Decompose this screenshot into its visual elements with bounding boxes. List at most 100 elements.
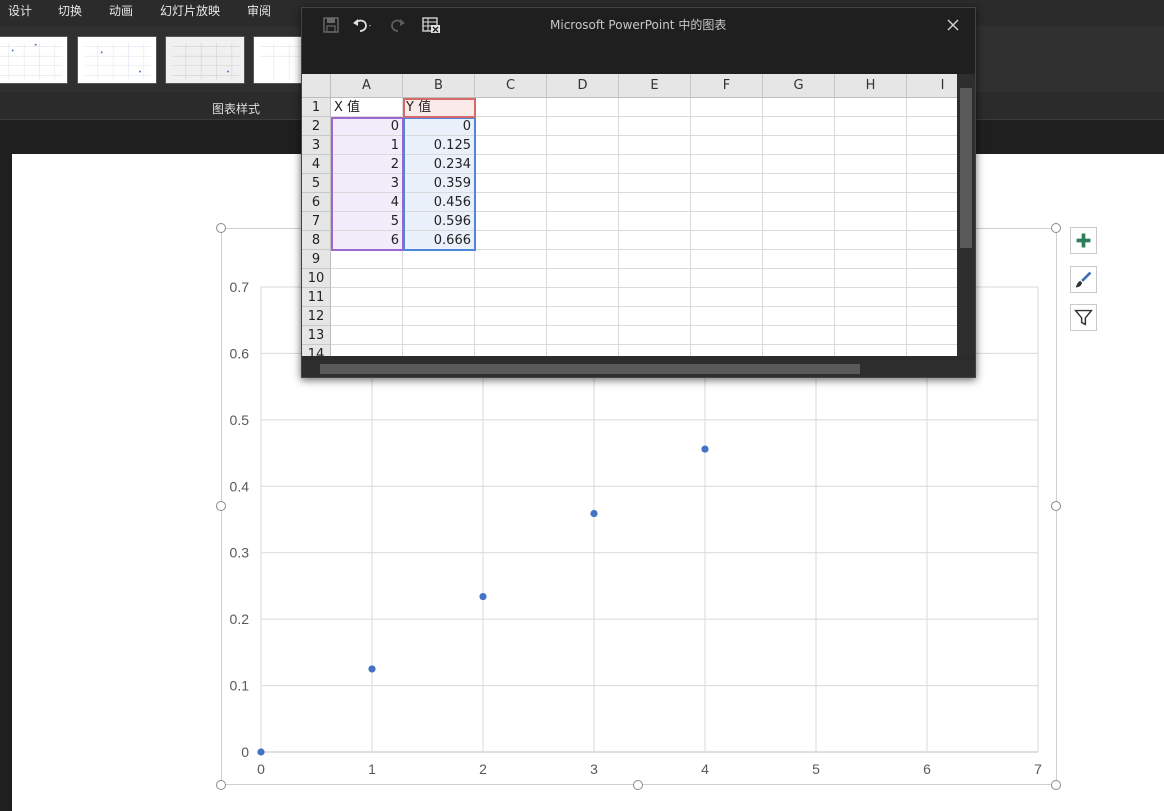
cell-h11[interactable] (835, 288, 907, 307)
chart-styles-button[interactable] (1070, 266, 1097, 293)
cell-h13[interactable] (835, 326, 907, 345)
cell-f5[interactable] (691, 174, 763, 193)
cell-f9[interactable] (691, 250, 763, 269)
cell-h14[interactable] (835, 345, 907, 356)
cell-i5[interactable] (907, 174, 957, 193)
cell-f14[interactable] (691, 345, 763, 356)
cell-c6[interactable] (475, 193, 547, 212)
cell-h7[interactable] (835, 212, 907, 231)
cell-g13[interactable] (763, 326, 835, 345)
cell-a14[interactable] (331, 345, 403, 356)
cell-c10[interactable] (475, 269, 547, 288)
cell-f11[interactable] (691, 288, 763, 307)
cell-c4[interactable] (475, 155, 547, 174)
cell-e8[interactable] (619, 231, 691, 250)
cell-i13[interactable] (907, 326, 957, 345)
cell-h12[interactable] (835, 307, 907, 326)
cell-i4[interactable] (907, 155, 957, 174)
column-header-g[interactable]: G (763, 74, 835, 98)
cell-f13[interactable] (691, 326, 763, 345)
cell-i8[interactable] (907, 231, 957, 250)
cell-f12[interactable] (691, 307, 763, 326)
cell-b4[interactable]: 0.234 (403, 155, 475, 174)
cell-i12[interactable] (907, 307, 957, 326)
cell-g10[interactable] (763, 269, 835, 288)
cell-h9[interactable] (835, 250, 907, 269)
row-header-1[interactable]: 1 (302, 98, 331, 117)
column-header-h[interactable]: H (835, 74, 907, 98)
cell-e11[interactable] (619, 288, 691, 307)
cell-d5[interactable] (547, 174, 619, 193)
close-button[interactable] (942, 14, 964, 36)
cell-c7[interactable] (475, 212, 547, 231)
cell-a10[interactable] (331, 269, 403, 288)
cell-c11[interactable] (475, 288, 547, 307)
cell-i6[interactable] (907, 193, 957, 212)
cell-i3[interactable] (907, 136, 957, 155)
resize-handle-top-right[interactable] (1051, 223, 1061, 233)
cell-d2[interactable] (547, 117, 619, 136)
cell-c5[interactable] (475, 174, 547, 193)
cell-d6[interactable] (547, 193, 619, 212)
cell-e4[interactable] (619, 155, 691, 174)
row-header-14[interactable]: 14 (302, 345, 331, 356)
column-header-b[interactable]: B (403, 74, 475, 98)
cell-d11[interactable] (547, 288, 619, 307)
undo-button[interactable] (350, 14, 372, 36)
cell-g12[interactable] (763, 307, 835, 326)
redo-button[interactable] (386, 14, 408, 36)
cell-c9[interactable] (475, 250, 547, 269)
cell-a9[interactable] (331, 250, 403, 269)
cell-f2[interactable] (691, 117, 763, 136)
cell-f1[interactable] (691, 98, 763, 117)
cell-a1[interactable]: X 值 (331, 98, 403, 117)
row-header-4[interactable]: 4 (302, 155, 331, 174)
cell-f4[interactable] (691, 155, 763, 174)
cell-h1[interactable] (835, 98, 907, 117)
cell-f10[interactable] (691, 269, 763, 288)
cell-e12[interactable] (619, 307, 691, 326)
cell-a2[interactable]: 0 (331, 117, 403, 136)
sheet-grid[interactable]: ABCDEFGHI1X 值Y 值 2 0 0 3 1 0.125 4 2 0.234 5 3 0.359… (302, 74, 957, 356)
cell-e9[interactable] (619, 250, 691, 269)
cell-b3[interactable]: 0.125 (403, 136, 475, 155)
cell-i1[interactable] (907, 98, 957, 117)
cell-e2[interactable] (619, 117, 691, 136)
cell-a4[interactable]: 2 (331, 155, 403, 174)
cell-b5[interactable]: 0.359 (403, 174, 475, 193)
cell-a8[interactable]: 6 (331, 231, 403, 250)
resize-handle-bottom-center[interactable] (633, 780, 643, 790)
resize-handle-middle-left[interactable] (216, 501, 226, 511)
cell-c3[interactable] (475, 136, 547, 155)
cell-g8[interactable] (763, 231, 835, 250)
cell-b7[interactable]: 0.596 (403, 212, 475, 231)
row-header-9[interactable]: 9 (302, 250, 331, 269)
resize-handle-bottom-left[interactable] (216, 780, 226, 790)
cell-b13[interactable] (403, 326, 475, 345)
cell-i14[interactable] (907, 345, 957, 356)
cell-d4[interactable] (547, 155, 619, 174)
cell-c13[interactable] (475, 326, 547, 345)
cell-f8[interactable] (691, 231, 763, 250)
column-header-i[interactable]: I (907, 74, 957, 98)
cell-e1[interactable] (619, 98, 691, 117)
cell-b11[interactable] (403, 288, 475, 307)
row-header-2[interactable]: 2 (302, 117, 331, 136)
row-header-10[interactable]: 10 (302, 269, 331, 288)
cell-h4[interactable] (835, 155, 907, 174)
cell-e5[interactable] (619, 174, 691, 193)
cell-f3[interactable] (691, 136, 763, 155)
cell-a13[interactable] (331, 326, 403, 345)
row-header-5[interactable]: 5 (302, 174, 331, 193)
cell-a6[interactable]: 4 (331, 193, 403, 212)
column-header-a[interactable]: A (331, 74, 403, 98)
row-header-12[interactable]: 12 (302, 307, 331, 326)
cell-d10[interactable] (547, 269, 619, 288)
cell-b12[interactable] (403, 307, 475, 326)
cell-g11[interactable] (763, 288, 835, 307)
row-header-6[interactable]: 6 (302, 193, 331, 212)
cell-g2[interactable] (763, 117, 835, 136)
cell-i10[interactable] (907, 269, 957, 288)
cell-e14[interactable] (619, 345, 691, 356)
cell-b2[interactable]: 0 (403, 117, 475, 136)
